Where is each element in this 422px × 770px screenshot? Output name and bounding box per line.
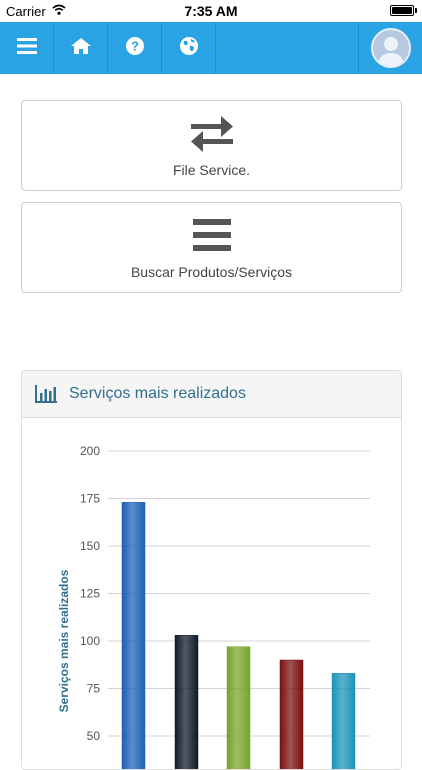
status-time: 7:35 AM	[184, 3, 238, 19]
y-tick-label: 150	[80, 539, 100, 553]
help-icon: ?	[125, 36, 145, 61]
user-avatar-icon	[370, 28, 411, 68]
globe-button[interactable]	[162, 22, 216, 74]
top-navbar: ?	[0, 22, 422, 74]
services-chart-panel: Serviços mais realizados Serviços mais r…	[21, 370, 402, 770]
battery-tip	[415, 8, 417, 13]
list-icon	[22, 218, 401, 252]
file-service-label: File Service.	[172, 162, 251, 178]
svg-text:?: ?	[131, 38, 139, 53]
search-products-card[interactable]: Buscar Produtos/Serviços	[21, 202, 402, 293]
search-products-label: Buscar Produtos/Serviços	[130, 264, 293, 280]
y-tick-label: 100	[80, 634, 100, 648]
profile-button[interactable]	[358, 22, 422, 74]
chart-bar[interactable]	[331, 673, 356, 770]
chart-bar[interactable]	[121, 502, 146, 770]
home-icon	[70, 37, 91, 59]
swap-arrows-icon	[22, 116, 401, 152]
status-bar: Carrier 7:35 AM	[0, 0, 422, 22]
chart-bar[interactable]	[226, 646, 251, 770]
help-button[interactable]: ?	[108, 22, 162, 74]
chart-bar[interactable]	[279, 659, 304, 770]
menu-icon	[16, 37, 37, 59]
y-axis-title: Serviços mais realizados	[57, 569, 71, 712]
y-tick-label: 75	[87, 682, 101, 696]
home-button[interactable]	[54, 22, 108, 74]
battery-icon	[390, 5, 414, 16]
y-tick-label: 200	[80, 444, 100, 458]
globe-icon	[179, 36, 199, 61]
y-tick-label: 125	[80, 587, 100, 601]
y-tick-label: 50	[87, 729, 101, 743]
file-service-card[interactable]: File Service.	[21, 100, 402, 191]
y-tick-label: 175	[80, 492, 100, 506]
menu-button[interactable]	[0, 22, 54, 74]
services-bar-chart: Serviços mais realizados 200 175 150 125 100…	[57, 444, 370, 770]
